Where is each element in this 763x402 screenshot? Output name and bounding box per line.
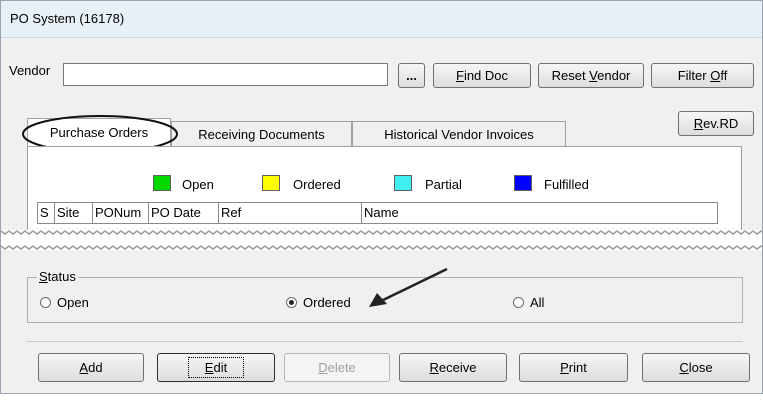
print-label: Print	[560, 360, 587, 375]
find-doc-label: Find Doc	[455, 68, 509, 83]
find-doc-button[interactable]: Find Doc	[433, 63, 531, 88]
button-separator	[27, 341, 743, 342]
vendor-label: Vendor	[9, 63, 51, 78]
browse-vendor-label: ...	[406, 68, 417, 83]
status-open-label[interactable]: Open	[57, 295, 89, 310]
close-label: Close	[679, 360, 713, 375]
legend-fulfilled-swatch	[514, 175, 532, 191]
filter-off-button[interactable]: Filter Off	[651, 63, 754, 88]
legend-open-label: Open	[182, 177, 214, 192]
filter-off-label: Filter Off	[677, 68, 728, 83]
vendor-input[interactable]	[63, 63, 388, 86]
status-open-radio[interactable]	[40, 297, 51, 308]
delete-button[interactable]: Delete	[284, 353, 390, 382]
delete-label: Delete	[318, 360, 356, 375]
reset-vendor-button[interactable]: Reset Vendor	[538, 63, 644, 88]
col-ref[interactable]: Ref	[219, 203, 362, 223]
tab-receiving-documents[interactable]: Receiving Documents	[171, 121, 352, 146]
col-ponum[interactable]: PONum	[93, 203, 149, 223]
tab-historical-vendor-invoices-label: Historical Vendor Invoices	[384, 126, 534, 142]
tab-historical-vendor-invoices[interactable]: Historical Vendor Invoices	[352, 121, 566, 146]
po-grid-header: S Site PONum PO Date Ref Name	[37, 202, 718, 224]
tab-receiving-documents-label: Receiving Documents	[198, 126, 325, 142]
po-system-window: PO System (16178) Vendor ... Find Doc Re…	[0, 0, 763, 394]
col-name[interactable]: Name	[362, 203, 718, 223]
receive-button[interactable]: Receive	[399, 353, 507, 382]
status-ordered-label[interactable]: Ordered	[303, 295, 351, 310]
edit-label: Edit	[187, 357, 245, 378]
col-po-date[interactable]: PO Date	[149, 203, 219, 223]
reset-vendor-label: Reset Vendor	[551, 68, 631, 83]
status-all-radio[interactable]	[513, 297, 524, 308]
legend-partial-swatch	[394, 175, 412, 191]
receive-label: Receive	[429, 360, 477, 375]
window-title: PO System (16178)	[10, 11, 125, 26]
rev-rd-label: Rev.RD	[693, 116, 739, 131]
add-button[interactable]: Add	[38, 353, 144, 382]
status-ordered-radio[interactable]	[286, 297, 297, 308]
add-label: Add	[79, 360, 103, 375]
print-button[interactable]: Print	[519, 353, 628, 382]
torn-edge-break	[1, 230, 762, 250]
legend-ordered-swatch	[262, 175, 280, 191]
legend-open-swatch	[153, 175, 171, 191]
status-all-label[interactable]: All	[530, 295, 544, 310]
title-bar: PO System (16178)	[1, 1, 762, 38]
edit-button[interactable]: Edit	[157, 353, 275, 382]
legend-fulfilled-label: Fulfilled	[544, 177, 589, 192]
callout-arrow	[369, 267, 448, 307]
col-s[interactable]: S	[38, 203, 55, 223]
browse-vendor-button[interactable]: ...	[398, 63, 425, 88]
legend-ordered-label: Ordered	[293, 177, 341, 192]
legend-partial-label: Partial	[425, 177, 462, 192]
col-site[interactable]: Site	[55, 203, 93, 223]
close-button[interactable]: Close	[642, 353, 750, 382]
status-group-label: Status	[37, 269, 78, 284]
rev-rd-button[interactable]: Rev.RD	[678, 111, 754, 136]
